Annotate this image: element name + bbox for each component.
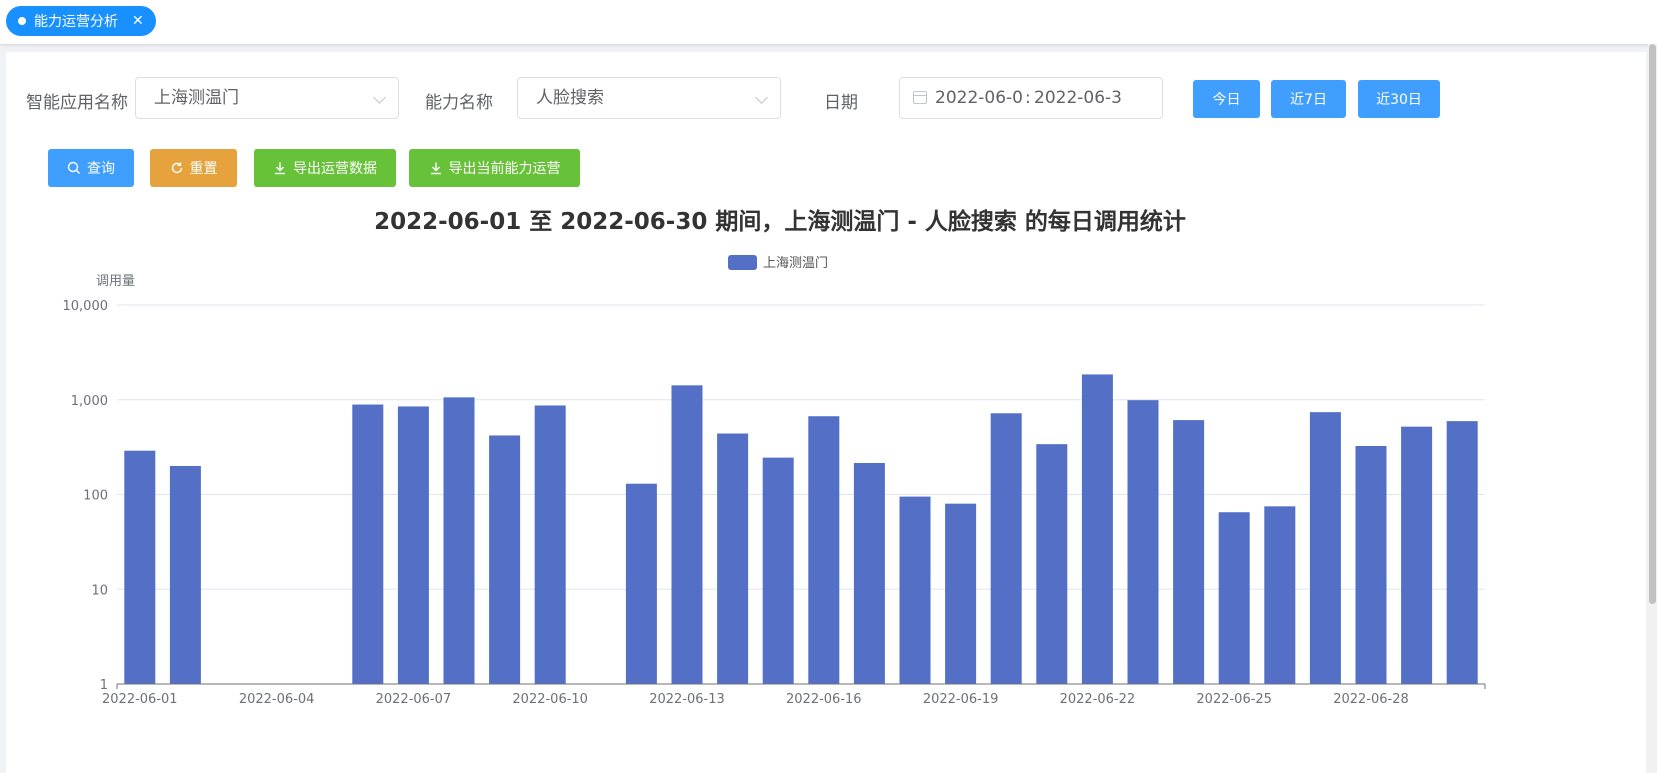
x-tick-label: 2022-06-04	[239, 692, 315, 707]
y-tick-label: 10,000	[63, 299, 109, 314]
bar	[808, 416, 840, 684]
x-tick-label: 2022-06-22	[1060, 692, 1136, 707]
x-axis: 2022-06-01 2022-06-04 2022-06-07 2022-06-10…	[102, 683, 1486, 707]
bar	[717, 433, 749, 684]
x-tick-label: 2022-06-07	[376, 692, 452, 707]
scrollbar-thumb[interactable]	[1649, 44, 1656, 604]
bar	[443, 397, 475, 684]
y-tick-label: 10	[91, 583, 108, 598]
daily-calls-chart: 2022-06-01 至 2022-06-30 期间，上海测温门 - 人脸搜索 …	[63, 208, 1486, 707]
x-tick-label: 2022-06-28	[1333, 692, 1409, 707]
bar	[1309, 412, 1341, 684]
legend-swatch[interactable]	[728, 255, 757, 270]
bar	[1173, 420, 1205, 684]
bar	[352, 404, 384, 684]
y-axis-ticks: 1 10 100 1,000 10,000	[63, 299, 109, 693]
bar	[1264, 506, 1296, 684]
bar	[1127, 400, 1159, 684]
bar	[1218, 512, 1250, 684]
x-tick-label: 2022-06-10	[512, 692, 588, 707]
bar	[1401, 426, 1433, 684]
bar	[124, 450, 156, 684]
bar	[1036, 444, 1068, 684]
bar	[853, 463, 885, 684]
bar	[1081, 374, 1113, 684]
x-tick-label: 2022-06-01	[102, 692, 178, 707]
y-tick-label: 100	[83, 489, 108, 504]
bar	[671, 385, 703, 684]
x-tick-label: 2022-06-19	[923, 692, 999, 707]
y-axis-title: 调用量	[96, 274, 135, 289]
x-tick-label: 2022-06-13	[649, 692, 725, 707]
bar	[534, 405, 566, 684]
bar	[990, 413, 1022, 684]
chart-title: 2022-06-01 至 2022-06-30 期间，上海测温门 - 人脸搜索 …	[374, 208, 1186, 235]
bars	[124, 374, 1478, 684]
bar	[397, 406, 429, 684]
bar	[899, 496, 931, 684]
bar	[1446, 421, 1478, 684]
bar	[489, 435, 521, 684]
x-tick-label: 2022-06-25	[1196, 692, 1272, 707]
bar	[625, 483, 657, 684]
bar	[945, 503, 977, 684]
bar	[762, 457, 794, 684]
y-tick-label: 1	[100, 678, 108, 693]
bar	[169, 465, 201, 684]
x-tick-label: 2022-06-16	[786, 692, 862, 707]
bar	[1355, 445, 1387, 684]
legend-label[interactable]: 上海测温门	[763, 256, 828, 271]
y-tick-label: 1,000	[71, 394, 108, 409]
